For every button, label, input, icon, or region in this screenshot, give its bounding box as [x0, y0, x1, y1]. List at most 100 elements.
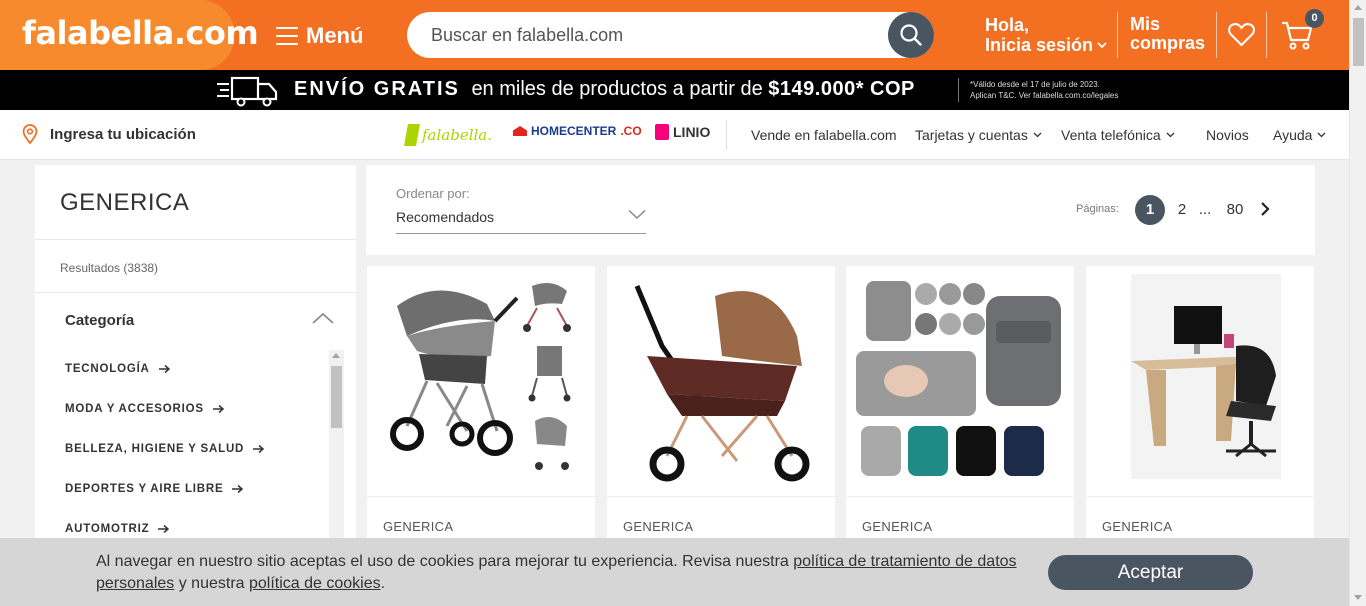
category-item[interactable]: MODA Y ACCESORIOS [65, 403, 225, 415]
sort-dropdown[interactable]: Recomendados [396, 207, 646, 234]
search-icon [900, 24, 922, 46]
chevron-up-icon[interactable] [311, 311, 335, 325]
top-header: falabella.com Menú Hola, Inicia sesión M… [0, 0, 1349, 70]
arrow-right-icon [253, 444, 265, 454]
cookie-text-3: . [380, 575, 386, 592]
nav-sell-label: Vende en falabella.com [751, 127, 897, 143]
cart-count-badge: 0 [1305, 9, 1324, 28]
product-brand: GENERICA [623, 519, 694, 534]
cookies-policy-link[interactable]: política de cookies [249, 575, 381, 592]
nav-help-dropdown[interactable]: Ayuda [1273, 127, 1326, 143]
promo-legal-line1: *Válido desde el 17 de julio de 2023. [970, 80, 1100, 89]
my-orders-link[interactable]: Mis compras [1130, 15, 1205, 53]
page-scrollbar-thumb[interactable] [1353, 18, 1364, 66]
menu-button[interactable]: Menú [276, 22, 363, 50]
results-count: Resultados (3838) [60, 261, 159, 275]
wishlist-button[interactable] [1228, 22, 1255, 52]
arrow-right-icon [212, 404, 224, 414]
brand-homecenter-link[interactable]: HOMECENTER .CO [513, 124, 642, 138]
category-label: DEPORTES Y AIRE LIBRE [65, 483, 224, 495]
promo-legal: *Válido desde el 17 de julio de 2023. Ap… [970, 79, 1118, 101]
cookie-text-2: y nuestra [178, 575, 245, 592]
cookie-consent-bar: Al navegar en nuestro sitio aceptas el u… [0, 538, 1349, 606]
brand-falabella-label: falabella. [422, 126, 493, 144]
promo-amount: $149.000* COP [768, 78, 915, 100]
category-label: TECNOLOGÍA [65, 363, 150, 375]
sort-pagination-bar: Ordenar por: Recomendados Páginas: 1 2 .… [366, 165, 1315, 255]
category-item[interactable]: DEPORTES Y AIRE LIBRE [65, 483, 244, 495]
header-divider [1216, 12, 1217, 58]
nav-phone-sales-dropdown[interactable]: Venta telefónica [1061, 127, 1175, 143]
scrollbar-thumb[interactable] [331, 366, 342, 428]
location-label: Ingresa tu ubicación [50, 125, 196, 143]
pages-label: Páginas: [1076, 203, 1119, 215]
category-item[interactable]: BELLEZA, HIGIENE Y SALUD [65, 443, 265, 455]
header-divider [1266, 12, 1267, 58]
card-divider [846, 496, 1074, 497]
homecenter-house-icon [513, 126, 527, 136]
promo-divider [958, 78, 959, 102]
chevron-right-icon[interactable] [1260, 201, 1270, 217]
chevron-down-icon [1317, 132, 1326, 138]
page-title: GENERICA [60, 189, 190, 216]
card-divider [367, 496, 595, 497]
stroller-gray-icon [390, 282, 571, 470]
sort-value: Recomendados [396, 209, 495, 225]
page-1-button[interactable]: 1 [1135, 195, 1165, 225]
nav-novios-link[interactable]: Novios [1206, 127, 1249, 143]
chevron-down-icon [1097, 42, 1107, 49]
accept-cookies-button[interactable]: Aceptar [1048, 555, 1253, 590]
falabella-mark-icon [404, 124, 420, 146]
scroll-up-arrow-icon[interactable] [332, 353, 340, 358]
scroll-down-arrow-icon[interactable] [1354, 595, 1362, 600]
nav-divider [726, 120, 727, 150]
chevron-down-icon [628, 209, 646, 220]
promo-text: ENVÍO GRATIS en miles de productos a par… [294, 78, 915, 101]
shipping-promo-banner[interactable]: ENVÍO GRATIS en miles de productos a par… [0, 70, 1349, 110]
category-item[interactable]: TECNOLOGÍA [65, 363, 171, 375]
divider [35, 292, 356, 293]
stroller-brown-icon [634, 285, 810, 482]
page-scrollbar[interactable] [1349, 0, 1366, 606]
brand-linio-link[interactable]: LINIO [655, 124, 710, 140]
category-heading[interactable]: Categoría [65, 312, 134, 329]
scroll-up-arrow-icon[interactable] [1354, 5, 1362, 10]
card-divider [607, 496, 835, 497]
location-selector[interactable]: Ingresa tu ubicación [22, 124, 196, 144]
category-label: MODA Y ACCESORIOS [65, 403, 204, 415]
product-brand: GENERICA [383, 519, 454, 534]
card-divider [1086, 496, 1314, 497]
promo-body: en miles de productos a partir de [471, 78, 763, 100]
menu-label: Menú [306, 23, 364, 48]
orders-line2: compras [1130, 33, 1206, 53]
brand-homecenter-label: HOMECENTER [531, 124, 617, 138]
nav-phone-sales-label: Venta telefónica [1061, 127, 1161, 143]
search-input[interactable] [431, 12, 881, 58]
orders-line1: Mis [1130, 14, 1161, 34]
search-button[interactable] [888, 12, 934, 58]
header-divider [1117, 12, 1118, 58]
category-item[interactable]: AUTOMOTRIZ [65, 523, 170, 535]
promo-headline: ENVÍO GRATIS [294, 78, 460, 100]
logo-container[interactable]: falabella.com [0, 0, 259, 70]
arrow-right-icon [158, 364, 170, 374]
arrow-right-icon [232, 484, 244, 494]
page-last-button[interactable]: 80 [1220, 195, 1250, 225]
nav-cards-dropdown[interactable]: Tarjetas y cuentas [915, 127, 1042, 143]
heart-icon [1228, 23, 1255, 47]
diaper-backpack-icon [856, 281, 1061, 476]
cookie-message: Al navegar en nuestro sitio aceptas el u… [96, 551, 1026, 595]
category-label: AUTOMOTRIZ [65, 523, 150, 535]
truck-icon [217, 76, 278, 107]
search-bar [407, 12, 934, 58]
category-label: BELLEZA, HIGIENE Y SALUD [65, 443, 245, 455]
chevron-down-icon [1166, 132, 1175, 138]
promo-legal-line2: Aplican T&C. Ver falabella.com.co/legale… [970, 91, 1119, 100]
divider [35, 239, 356, 240]
falabella-logo[interactable]: falabella.com [22, 14, 259, 52]
linio-mark-icon [655, 124, 669, 140]
nav-sell-link[interactable]: Vende en falabella.com [751, 127, 897, 143]
login-menu[interactable]: Hola, Inicia sesión [985, 15, 1107, 55]
brand-falabella-link[interactable]: falabella. [404, 124, 493, 146]
sort-label: Ordenar por: [396, 186, 470, 201]
